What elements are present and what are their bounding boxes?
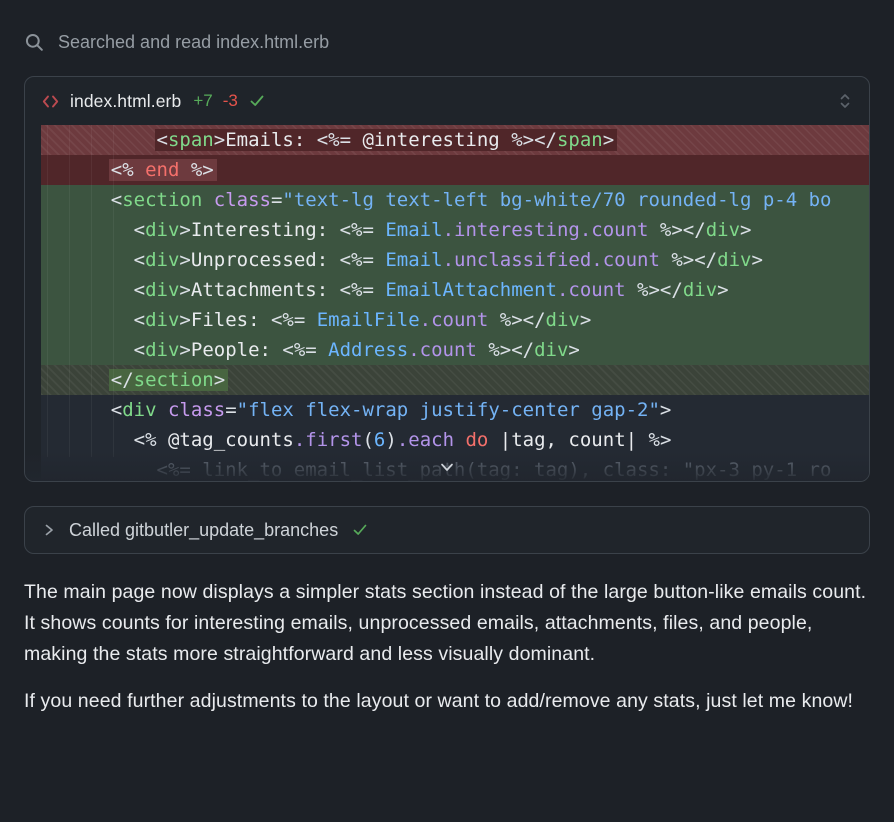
word-diff-highlight: </section>	[111, 369, 225, 391]
file-name: index.html.erb	[70, 91, 181, 112]
file-diff-header[interactable]: index.html.erb +7 -3	[25, 77, 869, 125]
search-icon	[24, 32, 45, 53]
code-line: <div>Attachments: <%= EmailAttachment.co…	[41, 275, 869, 305]
chevron-right-icon	[42, 522, 56, 538]
deletions-count: -3	[223, 91, 238, 111]
answer-paragraph: If you need further adjustments to the l…	[24, 686, 870, 717]
additions-count: +7	[193, 91, 212, 111]
code-line: <div class="flex flex-wrap justify-cente…	[41, 395, 869, 425]
check-icon	[351, 521, 369, 539]
code-line: </section>	[41, 365, 869, 395]
code-line: <span>Emails: <%= @interesting %></span>	[41, 125, 869, 155]
chat-message: Searched and read index.html.erb index.h…	[0, 30, 894, 717]
tool-call-row[interactable]: Called gitbutler_update_branches	[24, 506, 870, 554]
file-diff-panel: index.html.erb +7 -3 <span>Emails: <%= @…	[24, 76, 870, 482]
tool-status-label: Searched and read index.html.erb	[58, 32, 329, 53]
answer-paragraph: The main page now displays a simpler sta…	[24, 577, 870, 670]
code-line: <div>Files: <%= EmailFile.count %></div>	[41, 305, 869, 335]
word-diff-highlight: <% end %>	[111, 159, 214, 181]
tool-status-line: Searched and read index.html.erb	[24, 30, 870, 54]
code-line: <% @tag_counts.first(6).each do |tag, co…	[41, 425, 869, 455]
check-icon	[248, 92, 266, 110]
chevron-down-icon[interactable]	[438, 461, 456, 475]
code-line: <section class="text-lg text-left bg-whi…	[41, 185, 869, 215]
assistant-answer: The main page now displays a simpler sta…	[24, 577, 870, 717]
code-line: <div>People: <%= Address.count %></div>	[41, 335, 869, 365]
code-lines: <span>Emails: <%= @interesting %></span>…	[41, 125, 869, 482]
tool-call-label: Called gitbutler_update_branches	[69, 520, 338, 541]
code-diff-icon	[41, 92, 60, 111]
code-line: <div>Unprocessed: <%= Email.unclassified…	[41, 245, 869, 275]
code-line: <% end %>	[41, 155, 869, 185]
word-diff-highlight: <span>Emails: <%= @interesting %></span>	[157, 129, 615, 151]
unfold-icon[interactable]	[837, 91, 853, 111]
code-line: <div>Interesting: <%= Email.interesting.…	[41, 215, 869, 245]
